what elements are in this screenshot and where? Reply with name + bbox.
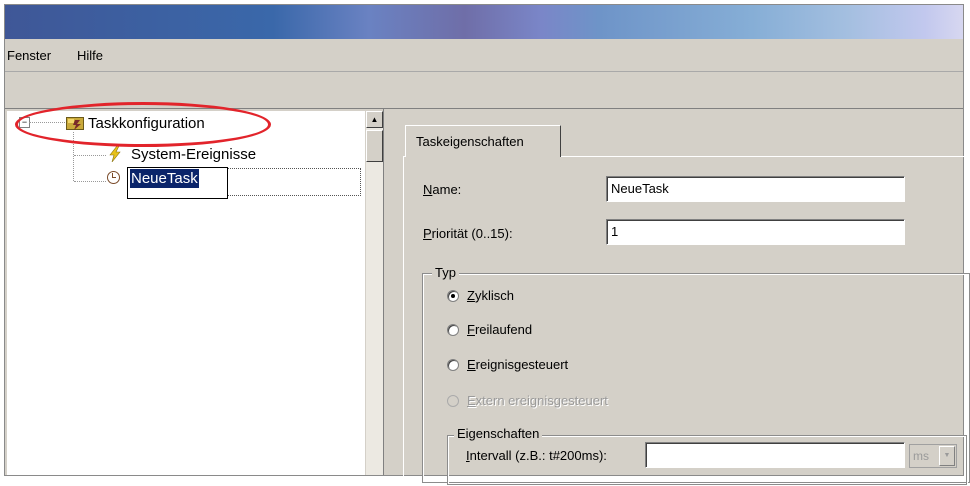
name-input[interactable]: NeueTask bbox=[606, 176, 905, 202]
menu-bar: Fenster Hilfe bbox=[5, 39, 963, 71]
tree-node-rename-input[interactable]: NeueTask bbox=[127, 167, 228, 199]
priority-label: Priorität (0..15): bbox=[423, 226, 513, 241]
task-tree[interactable] bbox=[7, 111, 365, 475]
title-bar[interactable] bbox=[5, 5, 963, 39]
radio-freilaufend[interactable] bbox=[447, 324, 459, 336]
highlight-ellipse-annotation bbox=[15, 102, 271, 147]
tab-label: Taskeigenschaften bbox=[416, 134, 524, 149]
tree-node-neuetask[interactable]: NeueTask bbox=[130, 169, 199, 188]
focus-rectangle bbox=[228, 168, 361, 196]
lightning-icon bbox=[109, 146, 121, 162]
type-group-title: Typ bbox=[432, 265, 459, 280]
clock-icon bbox=[107, 171, 120, 184]
interval-unit-select: ms ▼ bbox=[909, 444, 957, 468]
radio-extern-ereignisgesteuert bbox=[447, 395, 459, 407]
radio-freilaufend-label[interactable]: Freilaufend bbox=[467, 322, 532, 337]
name-label: Name: bbox=[423, 182, 462, 197]
tree-scrollbar[interactable]: ▲ bbox=[365, 111, 383, 475]
interval-unit-value: ms bbox=[913, 449, 929, 463]
radio-zyklisch-label[interactable]: Zyklisch bbox=[467, 288, 514, 303]
interval-label: Intervall (z.B.: t#200ms): bbox=[466, 448, 607, 463]
priority-input[interactable]: 1 bbox=[606, 219, 905, 245]
scroll-up-button[interactable]: ▲ bbox=[366, 111, 383, 128]
chevron-down-icon: ▼ bbox=[939, 446, 955, 466]
radio-zyklisch[interactable] bbox=[447, 290, 459, 302]
menu-item-hilfe[interactable]: Hilfe bbox=[77, 48, 103, 63]
radio-ereignisgesteuert-label[interactable]: Ereignisgesteuert bbox=[467, 357, 568, 372]
scroll-thumb[interactable] bbox=[366, 130, 383, 162]
interval-input[interactable] bbox=[645, 442, 905, 468]
tree-node-system-ereignisse[interactable]: System-Ereignisse bbox=[131, 146, 256, 163]
menu-item-fenster[interactable]: Fenster bbox=[7, 48, 51, 63]
tree-connector bbox=[74, 181, 106, 182]
tab-taskeigenschaften[interactable]: Taskeigenschaften bbox=[405, 125, 561, 157]
properties-group-title: Eigenschaften bbox=[454, 426, 543, 441]
radio-extern-ereignisgesteuert-label: Extern ereignisgesteuert bbox=[467, 393, 608, 408]
pane-splitter[interactable] bbox=[383, 109, 391, 475]
tree-connector bbox=[74, 155, 106, 156]
radio-ereignisgesteuert[interactable] bbox=[447, 359, 459, 371]
